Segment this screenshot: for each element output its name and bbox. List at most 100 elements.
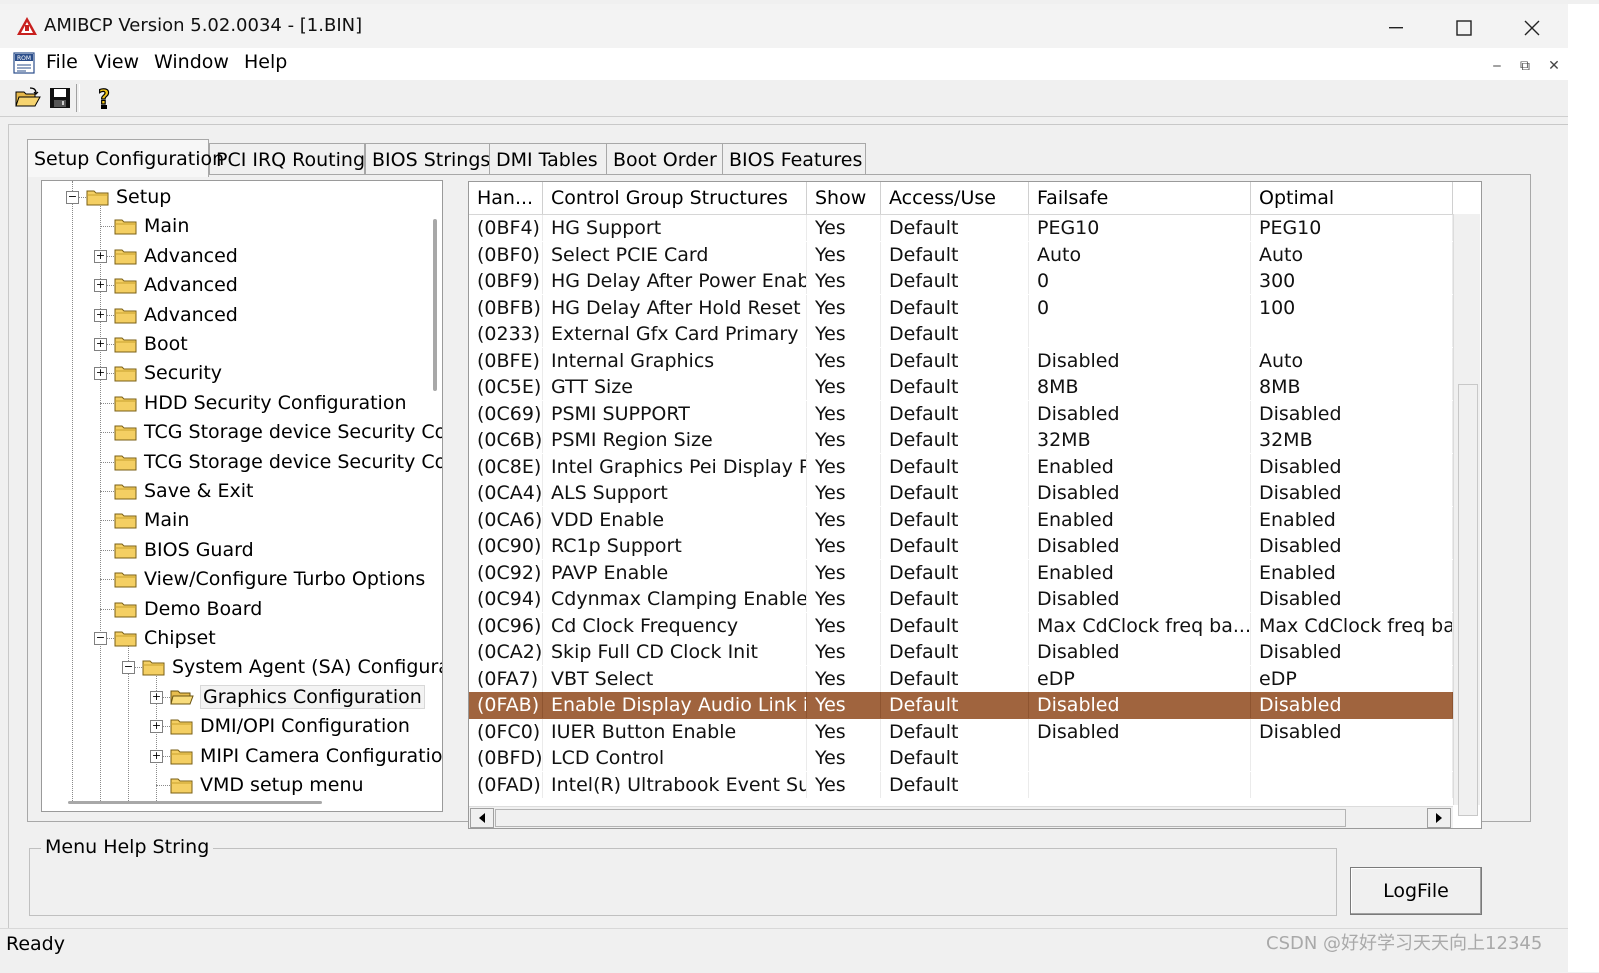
grid-row[interactable]: (0C90) RC1p Support Yes Default Disabled Disa… (469, 533, 1453, 560)
grid-cell[interactable]: Enabled (1029, 506, 1251, 533)
grid-cell[interactable]: VBT Select (543, 665, 807, 692)
close-button[interactable] (1498, 8, 1566, 48)
grid-cell[interactable]: 0 (1029, 268, 1251, 294)
grid-cell[interactable]: Default (881, 718, 1029, 745)
grid-row[interactable]: (0BFB) HG Delay After Hold Reset Yes Defaul… (469, 294, 1453, 322)
grid-cell[interactable]: Yes (807, 692, 881, 718)
grid-column-header[interactable]: Control Group Structures (543, 182, 807, 214)
grid-cell[interactable]: Default (881, 639, 1029, 665)
tree-scroll-thumb[interactable] (433, 219, 437, 391)
tree-expand-icon[interactable]: + (94, 279, 107, 293)
tree-item[interactable]: DMI/OPI Configuration (170, 712, 410, 740)
grid-cell[interactable]: HG Support (543, 215, 807, 241)
save-button[interactable] (46, 84, 74, 112)
grid-cell[interactable] (1029, 321, 1251, 347)
grid-horizontal-scrollbar[interactable] (469, 806, 1453, 828)
grid-cell[interactable]: 32MB (1251, 427, 1453, 453)
grid-cell[interactable]: Enabled (1029, 453, 1251, 480)
grid-cell[interactable]: Auto (1251, 347, 1453, 374)
grid-cell[interactable]: Default (881, 268, 1029, 294)
tree-item[interactable]: TCG Storage device Security Co (114, 448, 442, 476)
grid-cell[interactable]: LCD Control (543, 745, 807, 771)
grid-cell[interactable]: (0C8E) (469, 453, 543, 480)
grid-cell[interactable] (1251, 771, 1453, 798)
tree-item[interactable]: HDD Security Configuration (114, 389, 407, 417)
grid-cell[interactable]: Yes (807, 480, 881, 506)
grid-cell[interactable] (1251, 321, 1453, 347)
mdi-close-button[interactable]: ✕ (1541, 54, 1567, 78)
tree-item[interactable]: Boot (114, 330, 188, 358)
grid-vertical-scrollbar[interactable] (1453, 214, 1480, 816)
grid-cell[interactable]: HG Delay After Hold Reset (543, 294, 807, 321)
grid-column-header[interactable]: Han... (469, 182, 543, 214)
grid-cell[interactable]: Disabled (1029, 533, 1251, 559)
tree-item[interactable]: VMD setup menu (170, 771, 364, 799)
grid-cell[interactable]: Intel Graphics Pei Display P... (543, 453, 807, 480)
grid-cell[interactable]: Disabled (1251, 453, 1453, 480)
grid-cell[interactable]: Disabled (1029, 480, 1251, 506)
grid-cell[interactable]: Yes (807, 665, 881, 692)
grid-cell[interactable]: (0FAB) (469, 692, 543, 718)
tree-item[interactable]: BIOS Guard (114, 536, 254, 564)
tree-item[interactable]: Advanced (114, 271, 238, 299)
grid-cell[interactable]: Default (881, 347, 1029, 374)
grid-cell[interactable]: Yes (807, 639, 881, 665)
grid-cell[interactable]: Default (881, 612, 1029, 639)
tree-item[interactable]: Advanced (114, 242, 238, 270)
grid-cell[interactable]: (0C94) (469, 586, 543, 612)
tree-item[interactable]: TCG Storage device Security Co (114, 418, 442, 446)
tree-item[interactable]: Main (114, 506, 189, 534)
grid-cell[interactable]: Max CdClock freq base (1251, 612, 1453, 639)
grid-cell[interactable]: Yes (807, 559, 881, 586)
tree-item[interactable]: Graphics Configuration (170, 683, 425, 711)
control-grid[interactable]: Han... Control Group Structures Show Access… (468, 181, 1482, 829)
tree-expand-icon[interactable]: + (94, 249, 107, 263)
grid-row[interactable]: (0CA6) VDD Enable Yes Default Enabled Enabled (469, 506, 1453, 534)
mdi-restore-button[interactable]: ⧉ (1512, 54, 1538, 78)
grid-row[interactable]: (0233) External Gfx Card Primary ... Yes De… (469, 321, 1453, 348)
grid-cell[interactable]: VDD Enable (543, 506, 807, 533)
grid-column-header[interactable]: Access/Use (881, 182, 1029, 214)
tree-expand-icon[interactable]: + (94, 367, 107, 381)
grid-cell[interactable]: Default (881, 374, 1029, 400)
grid-cell[interactable]: Default (881, 692, 1029, 718)
tree-expand-icon[interactable]: + (94, 338, 107, 351)
menu-window[interactable]: Window (148, 51, 235, 73)
grid-cell[interactable]: PAVP Enable (543, 559, 807, 586)
grid-cell[interactable]: 32MB (1029, 427, 1251, 453)
grid-column-header[interactable]: Failsafe (1029, 182, 1251, 214)
grid-cell[interactable]: Yes (807, 347, 881, 374)
grid-cell[interactable]: PSMI Region Size (543, 427, 807, 453)
grid-cell[interactable]: HG Delay After Power Enab... (543, 268, 807, 294)
grid-row[interactable]: (0FAD) Intel(R) Ultrabook Event Su... Yes D… (469, 771, 1453, 799)
grid-cell[interactable]: 8MB (1251, 374, 1453, 400)
tab-bios-strings[interactable]: BIOS Strings (365, 143, 491, 176)
grid-cell[interactable]: (0FA7) (469, 665, 543, 692)
grid-cell[interactable]: IUER Button Enable (543, 718, 807, 745)
grid-cell[interactable]: PEG10 (1251, 215, 1453, 241)
tree-collapse-icon[interactable]: − (94, 632, 107, 645)
scroll-right-button[interactable] (1427, 808, 1451, 828)
tree-item[interactable]: Main (114, 212, 189, 240)
grid-cell[interactable]: Enabled (1029, 559, 1251, 586)
grid-cell[interactable]: Yes (807, 294, 881, 321)
grid-cell[interactable]: Disabled (1029, 718, 1251, 745)
grid-cell[interactable]: Enabled (1251, 506, 1453, 533)
grid-cell[interactable]: (0CA6) (469, 506, 543, 533)
grid-cell[interactable]: Disabled (1251, 692, 1453, 718)
grid-cell[interactable]: (0C96) (469, 612, 543, 639)
grid-cell[interactable]: Auto (1251, 241, 1453, 268)
grid-row[interactable]: (0CA2) Skip Full CD Clock Init Yes Default D… (469, 639, 1453, 666)
grid-row[interactable]: (0BF4) HG Support Yes Default PEG10 PEG10 (469, 215, 1453, 242)
grid-cell[interactable]: Yes (807, 427, 881, 453)
grid-cell[interactable]: Default (881, 559, 1029, 586)
minimize-button[interactable] (1362, 8, 1430, 48)
tree-item[interactable]: Demo Board (114, 595, 262, 623)
grid-cell[interactable]: 100 (1251, 294, 1453, 321)
grid-cell[interactable]: Yes (807, 612, 881, 639)
grid-cell[interactable]: (0233) (469, 321, 543, 347)
tree-item[interactable]: Setup (86, 183, 171, 211)
grid-cell[interactable]: RC1p Support (543, 533, 807, 559)
grid-cell[interactable]: (0BFB) (469, 294, 543, 321)
tree-item[interactable]: System Agent (SA) Configuration (142, 653, 442, 681)
